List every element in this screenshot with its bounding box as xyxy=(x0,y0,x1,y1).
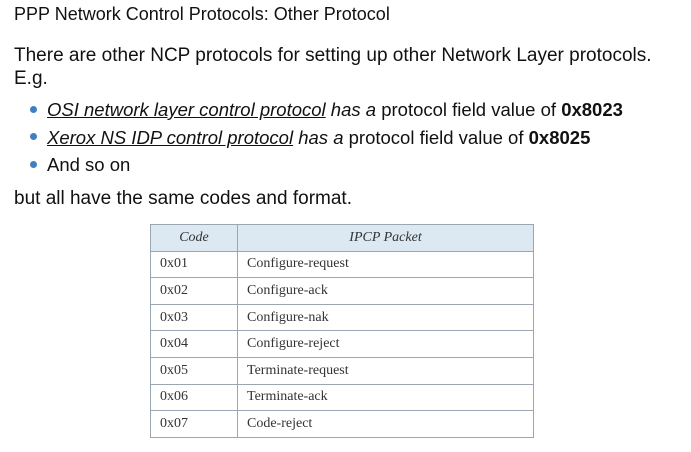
bullet-text: has a xyxy=(330,99,377,120)
packet-cell: Configure-reject xyxy=(237,330,534,358)
bullet-text: And so on xyxy=(47,154,131,175)
bullet-list: OSI network layer control protocol has a… xyxy=(30,96,623,179)
code-cell: 0x02 xyxy=(150,277,238,305)
code-cell: 0x03 xyxy=(150,303,238,332)
packet-cell: Code-reject xyxy=(237,410,534,438)
table-row: 0x02 Configure-ack xyxy=(150,277,534,305)
code-cell: 0x04 xyxy=(150,330,238,358)
table-row: 0x07 Code-reject xyxy=(150,410,534,438)
header-code: Code xyxy=(150,224,238,252)
table-row: 0x03 Configure-nak xyxy=(150,303,534,332)
bullet-icon xyxy=(30,133,37,141)
table-row: 0x05 Terminate-request xyxy=(150,356,534,385)
code-cell: 0x05 xyxy=(150,356,238,385)
table-row: 0x04 Configure-reject xyxy=(150,330,534,358)
ipcp-code-table: Code IPCP Packet 0x01 Configure-request 0x… xyxy=(150,224,534,438)
protocol-name: OSI network layer control protocol xyxy=(47,99,326,120)
bullet-item: And so on xyxy=(30,151,623,179)
packet-cell: Terminate-request xyxy=(237,356,534,385)
table-row: 0x06 Terminate-ack xyxy=(150,383,534,412)
conclusion-text: but all have the same codes and format. xyxy=(14,188,352,209)
protocol-name: Xerox NS IDP control protocol xyxy=(47,126,294,148)
code-cell: 0x01 xyxy=(150,250,238,279)
bullet-text: protocol field value of xyxy=(381,99,557,120)
packet-cell: Configure-nak xyxy=(237,303,534,332)
header-packet: IPCP Packet xyxy=(237,224,534,252)
code-cell: 0x07 xyxy=(150,410,238,438)
table-header-row: Code IPCP Packet xyxy=(150,224,534,252)
bullet-text: has a xyxy=(298,126,344,148)
bullet-icon xyxy=(30,160,37,168)
packet-cell: Configure-ack xyxy=(237,277,534,305)
table-row: 0x01 Configure-request xyxy=(150,250,534,279)
protocol-value: 0x8025 xyxy=(528,126,591,148)
slide-title: PPP Network Control Protocols: Other Pro… xyxy=(14,4,390,24)
bullet-icon xyxy=(30,105,37,113)
intro-text: There are other NCP protocols for settin… xyxy=(14,45,652,89)
packet-cell: Terminate-ack xyxy=(237,383,534,412)
bullet-text: protocol field value of xyxy=(348,126,524,148)
code-cell: 0x06 xyxy=(150,383,238,412)
packet-cell: Configure-request xyxy=(237,250,534,279)
bullet-item: OSI network layer control protocol has a… xyxy=(30,96,623,124)
protocol-value: 0x8023 xyxy=(561,99,623,120)
bullet-item: Xerox NS IDP control protocol has a prot… xyxy=(30,124,623,152)
